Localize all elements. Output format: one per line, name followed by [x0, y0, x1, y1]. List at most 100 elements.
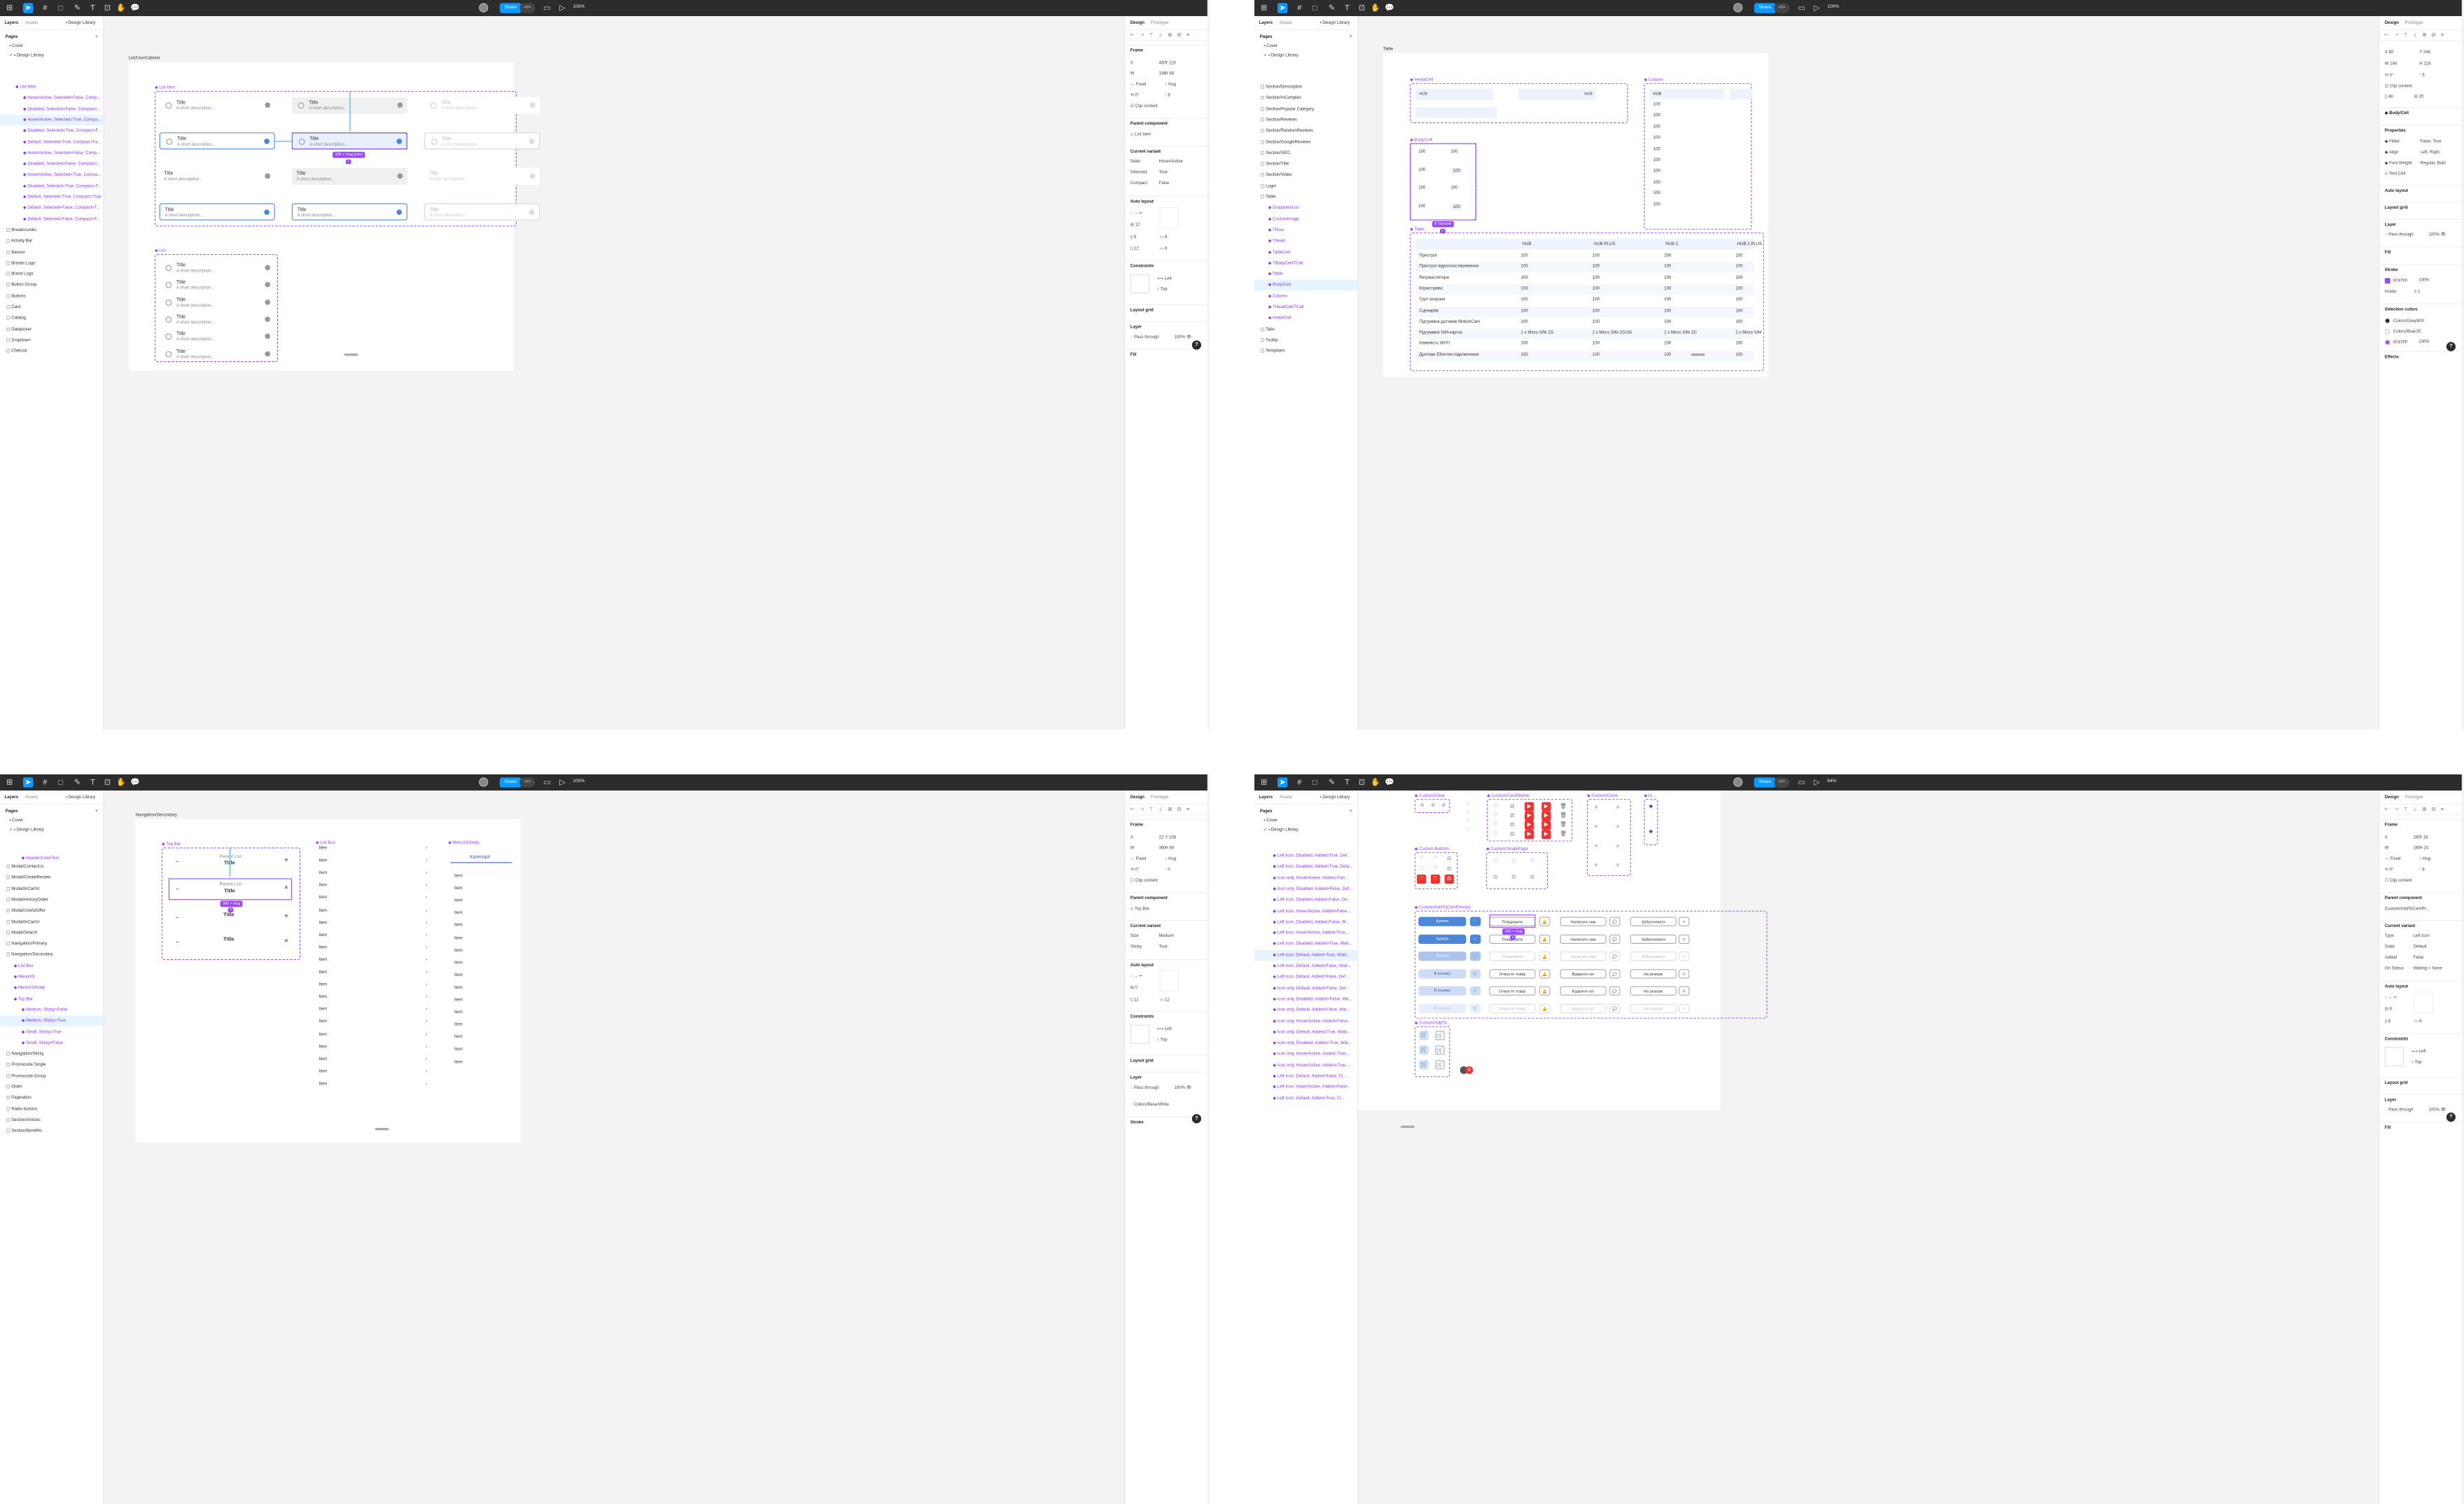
move-tool-icon[interactable]: ➤: [1278, 3, 1288, 13]
menu-item[interactable]: Item: [454, 886, 463, 891]
library-icon[interactable]: ▭: [542, 777, 552, 787]
cart-button[interactable]: На резерві: [1630, 968, 1676, 978]
tab-layers[interactable]: Layers: [1259, 20, 1273, 25]
page-cover[interactable]: ▪ Cover: [0, 41, 103, 50]
cart-button-icon[interactable]: 💬: [1609, 1003, 1620, 1013]
close-icon[interactable]: ✕: [1614, 804, 1623, 813]
text-tool-icon[interactable]: T: [88, 3, 97, 13]
y-field[interactable]: Y 248: [2419, 50, 2457, 55]
custom-button-icon[interactable]: ⚖: [1445, 865, 1454, 874]
user-avatar[interactable]: [479, 777, 489, 787]
radius-field[interactable]: ◜ 8: [2419, 868, 2457, 872]
card-action-icon[interactable]: ⚖: [1508, 812, 1517, 821]
column-head[interactable]: HUB: [1649, 88, 1724, 99]
comment-icon[interactable]: 💬: [130, 3, 140, 13]
body-cell[interactable]: 100: [1451, 186, 1458, 190]
column-cell[interactable]: 100: [1653, 180, 1660, 185]
cart-button[interactable]: Відкрити чат: [1560, 1003, 1606, 1013]
clip-content-checkbox[interactable]: ☐ Clip content: [1130, 879, 1203, 884]
page-design-library[interactable]: ✓ ▪ Design Library: [0, 826, 103, 835]
list-item-card[interactable]: Title A short description...: [159, 167, 275, 185]
layer-row[interactable]: ◆ Icon only, Disabled, Added=False, Wa..…: [1254, 994, 1357, 1004]
card-action-icon[interactable]: ▶: [1525, 802, 1534, 812]
list-row[interactable]: Title A short description...: [160, 311, 275, 326]
add-variant-button[interactable]: +: [345, 159, 351, 165]
cart-icon[interactable]: 🛒: [1419, 1060, 1429, 1070]
cart-button[interactable]: Купити: [1418, 934, 1466, 944]
align-icon[interactable]: ⊥: [1158, 32, 1163, 38]
library-switcher[interactable]: ▪ Design Library: [66, 795, 96, 800]
radio-icon[interactable]: [165, 281, 172, 288]
list-box-item[interactable]: Item: [318, 858, 327, 863]
layer-row[interactable]: ▢ Table: [1254, 192, 1357, 202]
horizontal-scrollbar[interactable]: [1690, 353, 1705, 356]
page-cover[interactable]: ▪ Cover: [1254, 41, 1357, 50]
layer-row[interactable]: ▢ Pagination: [0, 1093, 103, 1103]
card-action-icon[interactable]: 🗑: [1559, 830, 1568, 839]
back-arrow-icon[interactable]: ←: [175, 913, 181, 920]
comment-icon[interactable]: 💬: [130, 777, 140, 787]
card-action-icon[interactable]: 🗑: [1559, 821, 1568, 830]
back-arrow-icon[interactable]: ←: [175, 857, 181, 864]
custom-button-icon[interactable]: ♡: [1431, 854, 1440, 863]
cart-button-icon[interactable]: ⟳: [1679, 1003, 1690, 1013]
layer-row[interactable]: ◆ Left Icon, Disabled, Added=False, De..…: [1254, 895, 1357, 905]
cart-button-icon[interactable]: 🔔: [1539, 986, 1550, 996]
layer-row[interactable]: ◆ Icon only, Disabled, Added=True, Wai..…: [1254, 1038, 1357, 1048]
info-icon[interactable]: [265, 351, 271, 356]
user-avatar[interactable]: [1733, 777, 1743, 787]
radio-icon[interactable]: [165, 316, 172, 323]
single-page-icon[interactable]: ♡: [1528, 858, 1537, 867]
add-page-button[interactable]: +: [95, 809, 98, 814]
cart-button[interactable]: Очікуєте товар: [1489, 1003, 1536, 1013]
radius-field[interactable]: ◜ 0: [1165, 868, 1203, 872]
cart-button-icon[interactable]: ⟳: [1679, 952, 1690, 961]
column-cell[interactable]: 100: [1653, 113, 1660, 118]
layer-row[interactable]: ◆ Icon only, Disabled, Added=False, Def.…: [1254, 884, 1357, 894]
state-prop[interactable]: State Hover/Active: [1130, 160, 1203, 165]
menu-item[interactable]: Item: [454, 924, 463, 928]
cart-button[interactable]: Забронювати: [1630, 917, 1676, 926]
column-head-2[interactable]: [1729, 88, 1753, 99]
comment-icon[interactable]: 💬: [1385, 777, 1394, 787]
layer-row[interactable]: ◆ Left Icon, Disabled, Added=False, W...: [1254, 917, 1357, 927]
menu-item[interactable]: Item: [454, 973, 463, 978]
close-icon[interactable]: ✕: [1614, 861, 1623, 870]
menu-item[interactable]: Item: [454, 874, 463, 879]
layer-row[interactable]: ▢ Order: [0, 1082, 103, 1092]
font-weight-prop[interactable]: ◆ Font Weight Regular, Bold: [2385, 161, 2457, 166]
layer-row[interactable]: ◆ Thead: [1254, 236, 1357, 246]
layer-row[interactable]: ▢ Modal/InCartVr: [0, 917, 103, 927]
list-item-card[interactable]: Title A short description...: [159, 97, 275, 114]
horizontal-scrollbar[interactable]: [344, 353, 358, 356]
list-box-item[interactable]: Item: [318, 921, 327, 926]
menu-item[interactable]: Item: [454, 985, 463, 990]
align-icon[interactable]: ⊤: [2404, 32, 2408, 38]
radius-field[interactable]: ◜ 8: [1165, 93, 1203, 98]
user-avatar[interactable]: [479, 3, 489, 13]
add-page-button[interactable]: +: [95, 35, 98, 40]
list-row[interactable]: Title A short description...: [160, 260, 275, 275]
menu-item[interactable]: Item: [454, 961, 463, 966]
info-icon[interactable]: [528, 209, 535, 215]
tab-design[interactable]: Design: [2385, 20, 2399, 25]
tab-assets[interactable]: Assets: [1280, 20, 1292, 25]
card-action-icon[interactable]: ⚖: [1508, 802, 1517, 812]
constraint-h[interactable]: ⟷ Left: [1157, 277, 1203, 281]
chevron-right-icon[interactable]: ›: [426, 970, 427, 975]
list-box-item[interactable]: Item: [318, 908, 327, 913]
cart-button-icon[interactable]: 🛒: [1470, 986, 1481, 996]
comment-icon[interactable]: 💬: [1385, 3, 1394, 13]
horizontal-scrollbar[interactable]: [1401, 1125, 1415, 1128]
menu-item[interactable]: Item: [454, 911, 463, 916]
cart-button-icon[interactable]: ⟳: [1679, 917, 1690, 926]
layer-row[interactable]: ▢ Section/Popular Category: [1254, 104, 1357, 114]
tab-prototype[interactable]: Prototype: [2405, 795, 2423, 800]
cart-button-icon[interactable]: 🛒: [1470, 952, 1481, 961]
layer-row[interactable]: ◆ List Item: [0, 82, 103, 92]
card-action-icon[interactable]: ▶: [1525, 830, 1534, 840]
layer-row[interactable]: ▢ Section/SEO: [1254, 148, 1357, 158]
align-icon[interactable]: ≡: [2441, 807, 2444, 812]
alignment-box[interactable]: [1159, 970, 1180, 992]
menu-item[interactable]: Item: [454, 1022, 463, 1027]
